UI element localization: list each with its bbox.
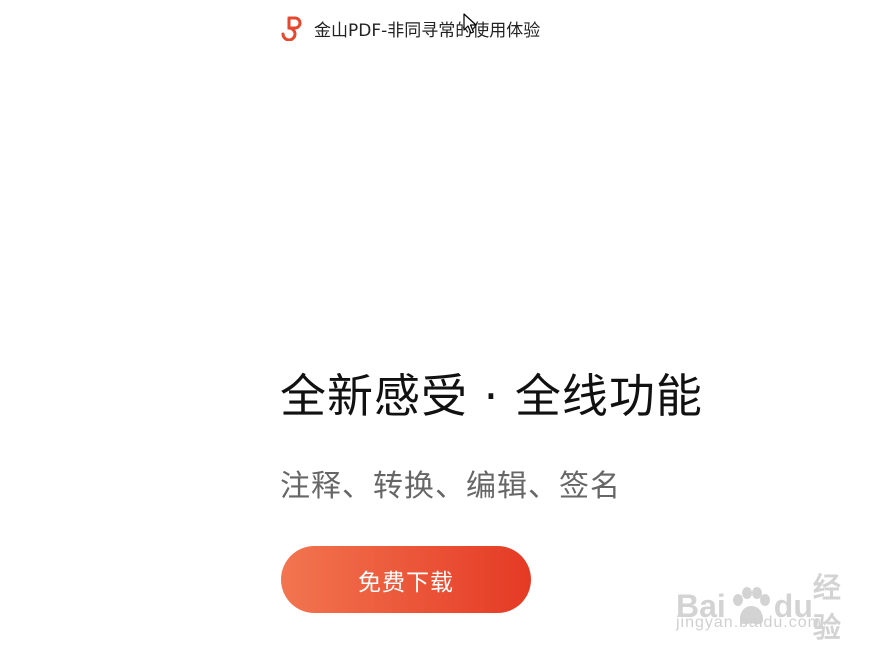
brand-title: 金山PDF-非同寻常的使用体验 xyxy=(314,20,541,41)
baidu-jingyan-watermark: Bai du 经验 jingyan.baidu.com xyxy=(676,566,846,644)
kingsoft-pdf-logo-icon xyxy=(280,15,306,41)
watermark-logo: Bai du 经验 xyxy=(676,566,846,646)
mouse-cursor-icon xyxy=(463,13,477,35)
free-download-button[interactable]: 免费下载 xyxy=(281,546,531,613)
watermark-url: jingyan.baidu.com xyxy=(676,614,822,631)
watermark-suffix: 经验 xyxy=(812,571,841,644)
landing-page: 金山PDF-非同寻常的使用体验 全新感受 · 全线功能 注释、转换、编辑、签名 … xyxy=(0,0,880,660)
hero-subtitle: 注释、转换、编辑、签名 xyxy=(280,469,621,504)
brand-header[interactable]: 金山PDF-非同寻常的使用体验 xyxy=(280,15,540,41)
hero-title: 全新感受 · 全线功能 xyxy=(280,369,703,423)
